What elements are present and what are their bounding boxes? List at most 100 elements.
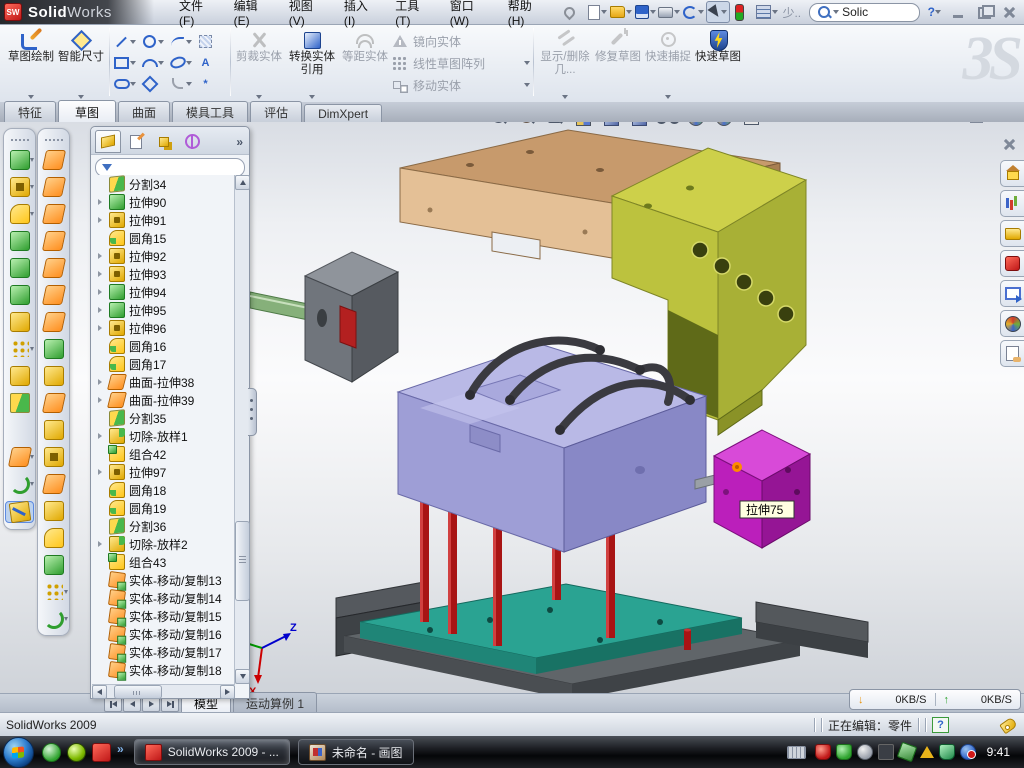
parting-surface-icon[interactable] [44,501,64,521]
feature-label[interactable]: 曲面-拉伸38 [129,374,194,391]
delete-body-icon[interactable] [7,447,31,467]
tree-item[interactable]: 实体-移动/复制13 [92,571,235,589]
ellipse-icon[interactable] [169,55,186,71]
tag-icon[interactable] [999,716,1018,734]
file-explorer-tab[interactable] [1000,220,1024,247]
tree-item[interactable]: 拉伸96 [92,319,235,337]
dropdown-arrow-icon[interactable] [721,10,727,14]
expand-arrow-icon[interactable] [98,271,106,277]
tree-item[interactable]: 拉伸90 [92,193,235,211]
feature-label[interactable]: 切除-放样2 [129,536,188,553]
split-icon[interactable] [10,393,30,413]
extruded-boss-icon[interactable] [10,150,30,170]
rebuild-traffic-light-icon[interactable] [732,2,754,22]
dropdown-arrow-icon[interactable] [562,95,568,99]
network-tray-icon[interactable] [896,742,917,763]
tree-item[interactable]: 拉伸97 [92,463,235,481]
help-dropdown-icon[interactable] [935,10,941,14]
feature-label[interactable]: 拉伸93 [129,266,166,283]
feature-label[interactable]: 拉伸97 [129,464,166,481]
arc-icon[interactable] [141,55,158,71]
offset-entities-button[interactable]: 等距实体 [340,27,390,100]
new-document-icon[interactable] [586,2,608,22]
feature-label[interactable]: 分割36 [129,518,166,535]
expand-arrow-icon[interactable] [98,469,106,475]
feature-label[interactable]: 实体-移动/复制16 [129,626,222,643]
dropdown-arrow-icon[interactable] [674,10,680,14]
messenger-quicklaunch-icon[interactable] [42,743,61,762]
tree-item[interactable]: 圆角18 [92,481,235,499]
tab-surfaces[interactable]: 曲面 [118,101,170,122]
menu-help[interactable]: 帮助(H) [497,0,553,31]
body-move-copy-icon[interactable] [11,420,29,438]
menu-file[interactable]: 文件(F) [168,0,223,31]
line-icon[interactable] [113,34,130,50]
menu-edit[interactable]: 编辑(E) [223,0,278,31]
tree-item[interactable]: 曲面-拉伸39 [92,391,235,409]
swept-surface-icon[interactable] [41,150,65,170]
feature-label[interactable]: 圆角15 [129,230,166,247]
expand-arrow-icon[interactable] [98,379,106,385]
revolved-surface-icon[interactable] [41,177,65,197]
appearances-scenes-tab[interactable] [1000,310,1024,337]
keyboard-layout-icon[interactable] [787,746,806,759]
search-value[interactable]: Solic [842,5,868,19]
dropdown-arrow-icon[interactable] [30,158,34,162]
feature-label[interactable]: 圆角18 [129,482,166,499]
save-icon[interactable] [634,2,656,22]
dropdown-arrow-icon[interactable] [28,95,34,99]
green-ball-quicklaunch-icon[interactable] [67,743,86,762]
taskbar-button-solidworks[interactable]: SolidWorks 2009 - ... [134,739,290,765]
extend-surface-icon[interactable] [44,339,64,359]
dropdown-arrow-icon[interactable] [30,347,34,351]
freeform-icon[interactable] [44,609,64,629]
defender-tray-icon[interactable] [939,744,955,760]
tree-item[interactable]: 圆角17 [92,355,235,373]
start-button[interactable] [3,737,34,768]
solidworks-resources-tab[interactable] [1000,160,1024,187]
panel-splitter-handle[interactable] [248,388,257,436]
dropdown-arrow-icon[interactable] [64,590,68,594]
feature-label[interactable]: 分割35 [129,410,166,427]
tooling-split-icon[interactable] [44,447,64,467]
update-tray-icon[interactable] [857,744,873,760]
instant3d-icon[interactable] [8,501,31,524]
dropdown-arrow-icon[interactable] [158,61,164,65]
dropdown-arrow-icon[interactable] [64,617,68,621]
parting-line-icon[interactable] [41,474,65,494]
draft-icon[interactable] [10,285,30,305]
task-pane-close-icon[interactable] [1001,138,1018,151]
feature-label[interactable]: 实体-移动/复制18 [129,662,222,679]
dropdown-arrow-icon[interactable] [130,82,136,86]
tab-mold-tools[interactable]: 模具工具 [172,101,248,122]
tree-vertical-scrollbar[interactable] [234,175,249,684]
tree-horizontal-scrollbar[interactable] [92,684,235,698]
spline-icon[interactable] [169,34,186,50]
pin-icon[interactable] [562,2,584,22]
filled-surface-icon[interactable] [41,258,65,278]
lofted-surface-icon[interactable] [41,204,65,224]
tab-features[interactable]: 特征 [4,101,56,122]
tab-dimxpert[interactable]: DimXpert [304,104,382,122]
taskbar-clock[interactable]: 9:41 [981,745,1016,759]
tree-item[interactable]: 分割35 [92,409,235,427]
scroll-left-button[interactable] [92,685,107,699]
tree-item[interactable]: 拉伸94 [92,283,235,301]
feature-label[interactable]: 实体-移动/复制15 [129,608,222,625]
tree-item[interactable]: 分割36 [92,517,235,535]
dropdown-arrow-icon[interactable] [601,10,607,14]
trim-surface-icon[interactable] [44,366,64,386]
feature-label[interactable]: 拉伸92 [129,248,166,265]
rectangle-icon[interactable] [113,55,130,71]
smart-dimension-button[interactable]: 智能尺寸 [56,27,106,100]
curve-icon[interactable] [10,474,30,494]
tree-item[interactable]: 拉伸95 [92,301,235,319]
feature-label[interactable]: 拉伸96 [129,320,166,337]
tree-item[interactable]: 切除-放样2 [92,535,235,553]
dropdown-arrow-icon[interactable] [30,482,34,486]
expand-arrow-icon[interactable] [98,307,106,313]
feature-label[interactable]: 组合42 [129,446,166,463]
menu-view[interactable]: 视图(V) [278,0,333,31]
scroll-up-button[interactable] [235,175,250,190]
expand-arrow-icon[interactable] [98,325,106,331]
